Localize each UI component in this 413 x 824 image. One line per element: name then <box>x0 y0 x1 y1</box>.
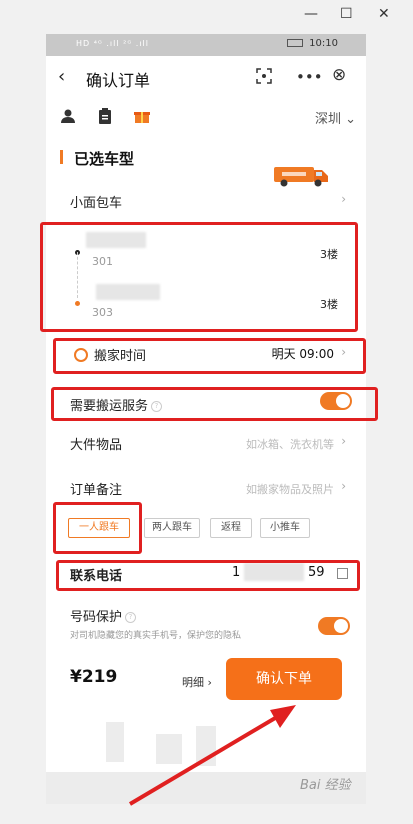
title-bar: ‹ 确认订单 ••• ⊗ <box>46 56 366 100</box>
window-close-button[interactable]: ✕ <box>378 6 390 22</box>
vehicle-row[interactable]: 小面包车 › <box>46 192 366 216</box>
privacy-label-text: 号码保护 <box>70 610 123 625</box>
total-price: ¥219 <box>70 667 118 687</box>
highlight-move-time <box>53 338 366 374</box>
user-icon[interactable] <box>60 108 76 128</box>
window-maximize-button[interactable]: ☐ <box>340 6 353 22</box>
battery-icon <box>287 39 304 47</box>
quick-icons-row: 深圳 ⌄ <box>46 104 366 134</box>
watermark: Bai 经验 <box>300 778 351 793</box>
blurred-area <box>106 722 124 762</box>
highlight-tag <box>53 502 142 554</box>
more-icon[interactable]: ••• <box>296 68 323 86</box>
status-bar: HD ⁴ᴳ .ıll ²ᴳ .ıll 10:10 <box>46 34 366 56</box>
chevron-right-icon: › <box>341 434 346 448</box>
big-items-row[interactable]: 大件物品 如冰箱、洗衣机等 › <box>46 434 366 454</box>
status-time-area: 10:10 <box>287 38 338 49</box>
big-items-label: 大件物品 <box>70 438 123 453</box>
highlight-addresses <box>40 222 358 332</box>
section-accent-bar <box>60 150 63 164</box>
privacy-label: 号码保护? <box>70 606 137 625</box>
gift-icon[interactable] <box>134 108 150 128</box>
remark-label: 订单备注 <box>70 483 123 498</box>
help-icon[interactable]: ? <box>125 612 137 623</box>
blurred-area <box>196 726 216 766</box>
close-icon[interactable]: ⊗ <box>332 65 346 85</box>
vehicle-type: 小面包车 <box>70 196 123 211</box>
tag-two-escort[interactable]: 两人跟车 <box>144 518 200 538</box>
scan-icon[interactable] <box>256 68 272 88</box>
back-icon[interactable]: ‹ <box>58 66 65 87</box>
status-time: 10:10 <box>309 38 338 49</box>
city-name: 深圳 <box>314 112 341 127</box>
privacy-desc: 对司机隐藏您的真实手机号，保护您的隐私 <box>70 631 242 641</box>
chevron-down-icon: ⌄ <box>345 112 356 127</box>
van-image <box>274 167 328 187</box>
price-detail-link[interactable]: 明细 › <box>182 674 212 690</box>
section-title: 已选车型 <box>74 150 135 168</box>
tag-return-trip[interactable]: 返程 <box>210 518 252 538</box>
privacy-toggle[interactable] <box>318 617 350 635</box>
tag-trolley[interactable]: 小推车 <box>260 518 310 538</box>
chevron-right-icon: › <box>341 192 346 206</box>
window-minimize-button[interactable]: — <box>304 6 318 22</box>
big-items-hint: 如冰箱、洗衣机等 <box>246 438 334 451</box>
signal-indicators: HD ⁴ᴳ .ıll ²ᴳ .ıll <box>76 39 149 48</box>
page-title: 确认订单 <box>86 71 151 90</box>
blurred-area <box>156 734 182 764</box>
chevron-right-icon: › <box>341 479 346 493</box>
confirm-order-button[interactable]: 确认下单 <box>226 658 342 700</box>
clipboard-icon[interactable] <box>98 108 112 128</box>
highlight-contact <box>56 560 360 591</box>
remark-row[interactable]: 订单备注 如搬家物品及照片 › <box>46 479 366 499</box>
remark-hint: 如搬家物品及照片 <box>246 483 334 496</box>
highlight-service <box>51 387 378 421</box>
city-selector[interactable]: 深圳 ⌄ <box>315 108 356 127</box>
